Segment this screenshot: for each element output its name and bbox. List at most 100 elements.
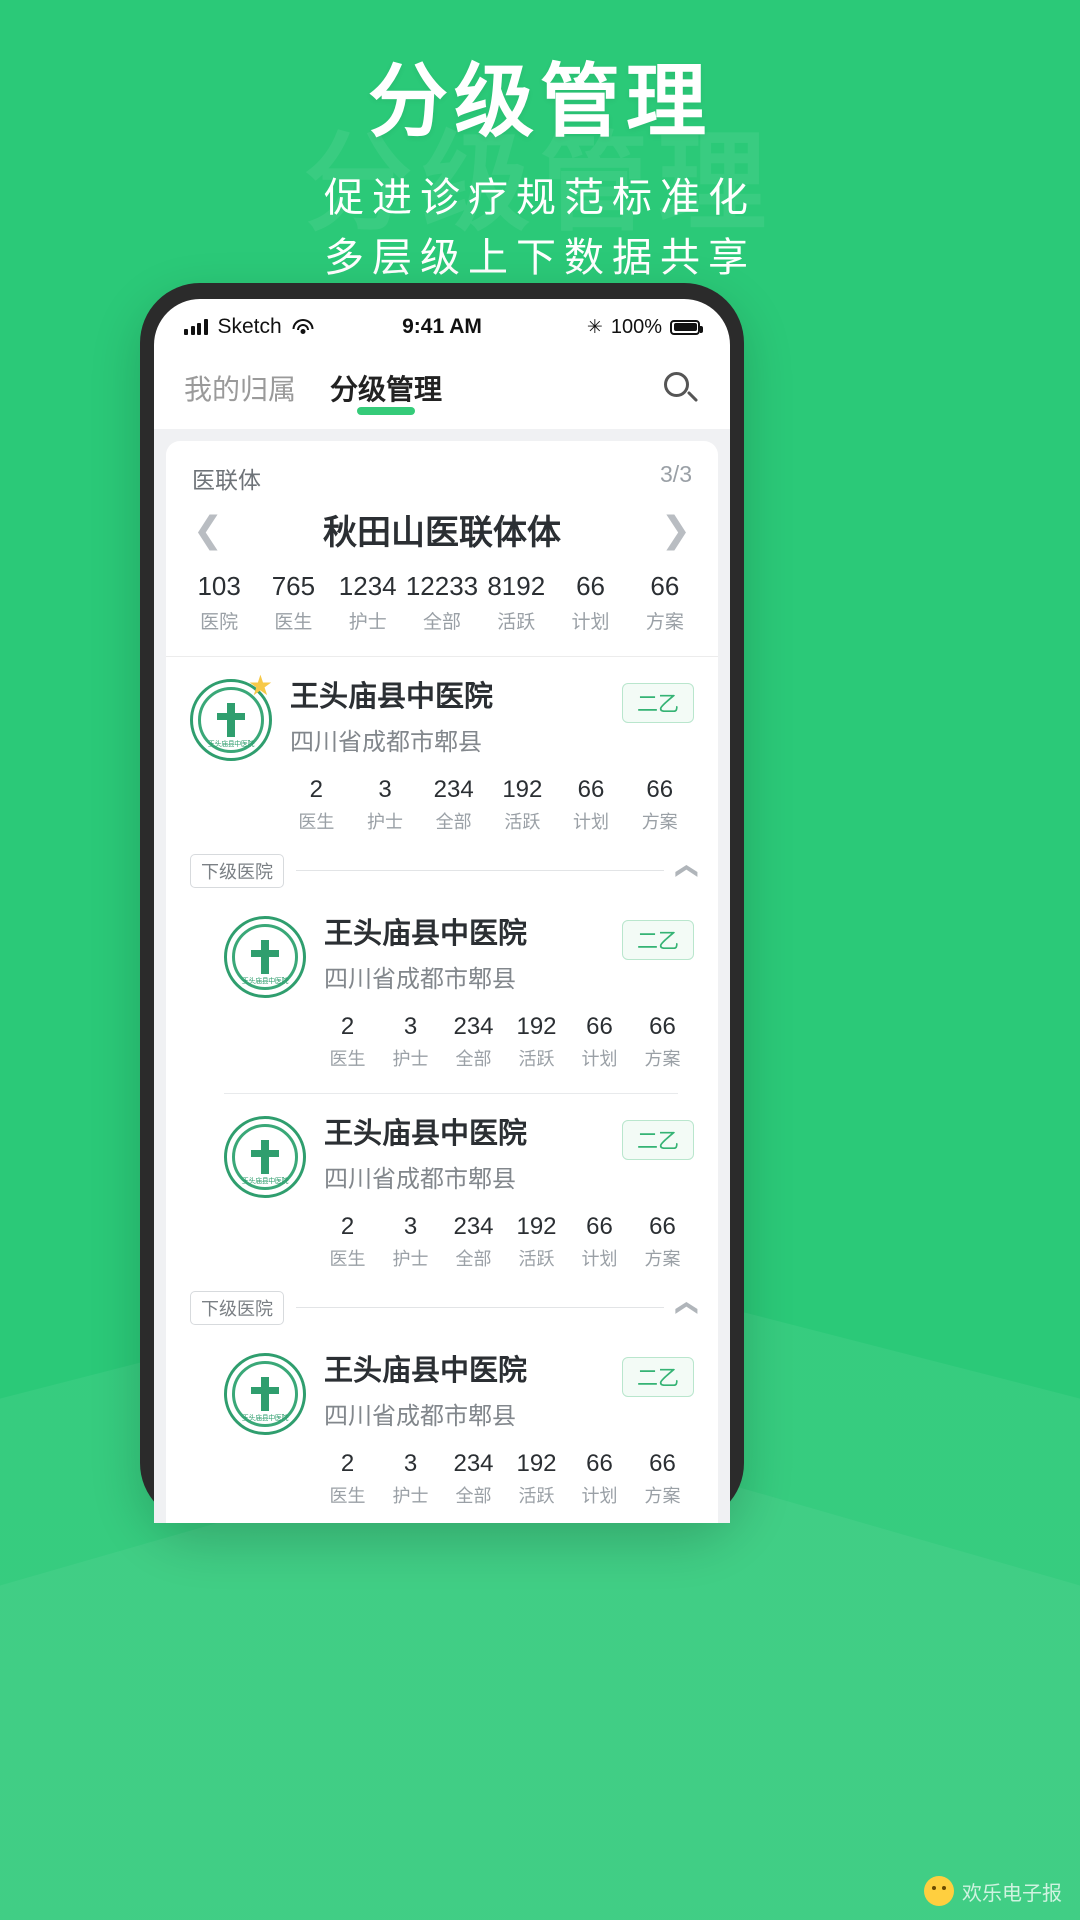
phone-mockup: Sketch 9:41 AM ✳ 100% 我的归属 分级管理 医联体 3/3 … — [140, 283, 744, 1523]
hospital-row[interactable]: 王头庙县中医院 ★ 王头庙县中医院 四川省成都市郫县 二乙 2 医生 3 护士 … — [166, 657, 718, 848]
hospital-stats-row: 2 医生 3 护士 234 全部 192 活跃 66 计划 66 方案 — [224, 998, 694, 1071]
stat-label: 全部 — [455, 1485, 492, 1506]
stat-label: 护士 — [348, 611, 387, 633]
stat-item: 66 方案 — [631, 1212, 694, 1271]
hospital-list: 王头庙县中医院 ★ 王头庙县中医院 四川省成都市郫县 二乙 2 医生 3 护士 … — [166, 657, 718, 1524]
stat-label: 计划 — [581, 1048, 618, 1069]
stat-item: 3 护士 — [379, 1212, 442, 1271]
stat-label: 活跃 — [518, 1485, 555, 1506]
stat-item: 8192 活跃 — [479, 570, 553, 634]
stat-item: 234 全部 — [419, 775, 488, 834]
stat-value: 12233 — [405, 571, 479, 601]
tab-tiered-management[interactable]: 分级管理 — [330, 368, 442, 412]
stat-item: 3 护士 — [379, 1449, 442, 1508]
sub-hospital-separator[interactable]: 下级医院 ❯ — [166, 1522, 718, 1524]
hospital-row[interactable]: 王头庙县中医院 王头庙县中医院 四川省成都市郫县 二乙 2 医生 3 护士 23… — [166, 1094, 718, 1285]
stat-item: 66 方案 — [628, 570, 702, 634]
stat-value: 66 — [646, 775, 674, 803]
hospital-address: 四川省成都市郫县 — [324, 1165, 516, 1193]
stat-value: 66 — [649, 1012, 676, 1040]
stat-label: 医生 — [274, 611, 313, 633]
hospital-address: 四川省成都市郫县 — [324, 965, 516, 993]
tab-my-affiliation[interactable]: 我的归属 — [184, 368, 296, 412]
hospital-name: 王头庙县中医院 — [324, 917, 528, 950]
stat-item: 234 全部 — [442, 1449, 505, 1508]
stat-label: 计划 — [571, 611, 610, 633]
stat-value: 192 — [502, 775, 543, 803]
stat-value: 192 — [516, 1449, 557, 1477]
stat-item: 2 医生 — [316, 1012, 379, 1071]
hospital-name: 王头庙县中医院 — [324, 1117, 528, 1150]
scroll-content[interactable]: 医联体 3/3 ❮ 秋田山医联体体 ❯ 103 医院 765 医生 1234 护… — [154, 429, 730, 1523]
hospital-row[interactable]: 王头庙县中医院 王头庙县中医院 四川省成都市郫县 二乙 2 医生 3 护士 23… — [166, 1331, 718, 1522]
search-icon[interactable] — [664, 372, 700, 408]
chevron-up-icon[interactable]: ❯ — [672, 1298, 697, 1316]
hospital-stats-row: 2 医生 3 护士 234 全部 192 活跃 66 计划 66 方案 — [224, 1435, 694, 1508]
stat-value: 66 — [586, 1012, 613, 1040]
stat-item: 192 活跃 — [505, 1212, 568, 1271]
stat-value: 66 — [577, 775, 605, 803]
stat-value: 66 — [586, 1449, 613, 1477]
hospital-logo-caption: 王头庙县中医院 — [241, 977, 289, 985]
divider — [296, 1307, 664, 1308]
stat-value: 192 — [516, 1212, 557, 1240]
stat-item: 12233 全部 — [405, 570, 479, 634]
stat-label: 医院 — [200, 611, 239, 633]
stat-item: 3 护士 — [351, 775, 420, 834]
divider — [296, 870, 664, 871]
watermark: 欢乐电子报 — [924, 1876, 1062, 1906]
stat-item: 234 全部 — [442, 1012, 505, 1071]
stat-value: 103 — [197, 571, 241, 601]
stat-label: 护士 — [367, 811, 403, 832]
union-name: 秋田山医联体体 — [323, 514, 561, 552]
battery-full-icon — [670, 319, 703, 335]
hospital-logo-icon: 王头庙县中医院 — [224, 1352, 306, 1435]
stat-value: 3 — [378, 775, 392, 803]
union-pager: 3/3 — [660, 461, 692, 487]
stat-value: 2 — [309, 775, 324, 803]
status-badge: 二乙 — [622, 682, 694, 723]
stat-item: 2 医生 — [316, 1449, 379, 1508]
stat-item: 103 医院 — [182, 570, 256, 634]
bluetooth-icon: ✳ — [586, 316, 603, 338]
page-title: 分级管理 — [368, 57, 712, 146]
stat-value: 192 — [516, 1012, 557, 1040]
hospital-name: 王头庙县中医院 — [290, 680, 494, 713]
stat-item: 66 计划 — [568, 1212, 631, 1271]
poster-subtitle-line-1: 促进诊疗规范标准化 — [324, 176, 756, 220]
stat-label: 医生 — [298, 811, 335, 832]
stat-value: 66 — [649, 1449, 676, 1477]
hospital-logo-icon: 王头庙县中医院 ★ — [190, 671, 273, 761]
status-badge: 二乙 — [622, 919, 694, 960]
stat-item: 192 活跃 — [488, 775, 557, 834]
sub-hospital-separator[interactable]: 下级医院 ❯ — [166, 848, 718, 894]
hospital-row[interactable]: 王头庙县中医院 王头庙县中医院 四川省成都市郫县 二乙 2 医生 3 护士 23… — [166, 894, 718, 1085]
hospital-address: 四川省成都市郫县 — [324, 1402, 516, 1430]
stat-item: 66 计划 — [568, 1449, 631, 1508]
union-header: 医联体 3/3 — [166, 441, 718, 495]
crown-icon: ★ — [247, 669, 273, 701]
stat-value: 2 — [340, 1449, 355, 1477]
stat-item: 66 方案 — [631, 1449, 694, 1508]
stat-label: 方案 — [644, 1048, 681, 1069]
hospital-logo-caption: 王头庙县中医院 — [241, 1414, 289, 1422]
hospital-name: 王头庙县中医院 — [324, 1354, 528, 1387]
chevron-left-icon[interactable]: ❮ — [188, 511, 228, 548]
stat-label: 医生 — [329, 1485, 366, 1506]
stat-item: 192 活跃 — [505, 1449, 568, 1508]
sub-hospital-label: 下级医院 — [190, 853, 284, 888]
stat-value: 765 — [271, 571, 316, 601]
stat-value: 234 — [453, 1449, 494, 1477]
hospital-stats-row: 2 医生 3 护士 234 全部 192 活跃 66 计划 66 方案 — [190, 761, 694, 834]
hospital-logo-icon: 王头庙县中医院 — [224, 915, 306, 998]
chevron-right-icon[interactable]: ❯ — [656, 511, 696, 548]
stat-value: 66 — [649, 1212, 676, 1240]
hospital-stats-row: 2 医生 3 护士 234 全部 192 活跃 66 计划 66 方案 — [224, 1198, 694, 1271]
stat-label: 计划 — [573, 811, 610, 832]
stat-item: 192 活跃 — [505, 1012, 568, 1071]
stat-label: 方案 — [645, 611, 684, 633]
stat-value: 234 — [453, 1012, 494, 1040]
stat-label: 护士 — [392, 1485, 429, 1506]
sub-hospital-separator[interactable]: 下级医院 ❯ — [166, 1285, 718, 1331]
chevron-up-icon[interactable]: ❯ — [672, 861, 697, 879]
